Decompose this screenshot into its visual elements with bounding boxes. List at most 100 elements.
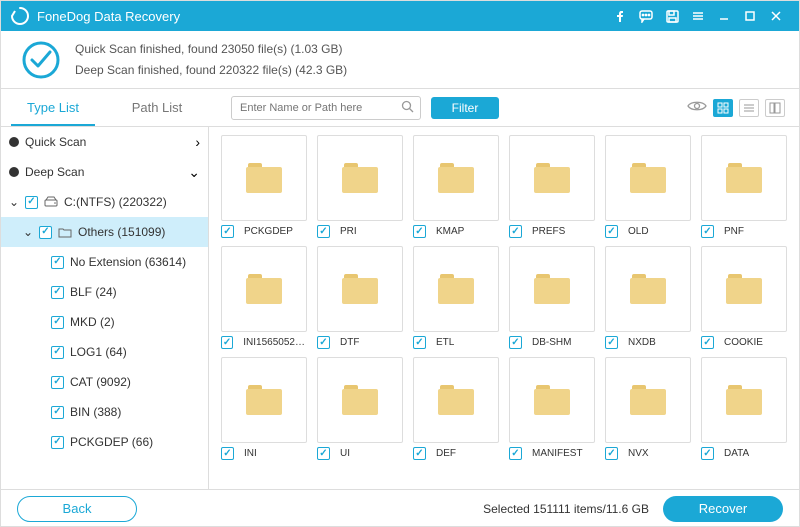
file-name: COOKIE <box>724 337 763 348</box>
file-name: NVX <box>628 448 649 459</box>
view-grid-icon[interactable] <box>713 99 733 117</box>
folder-thumbnail <box>317 357 403 443</box>
sidebar-quick-scan[interactable]: Quick Scan › <box>1 127 208 157</box>
sidebar-item[interactable]: BLF (24) <box>1 277 208 307</box>
bottombar: Back Selected 151111 items/11.6 GB Recov… <box>1 489 799 527</box>
sidebar-item[interactable]: LOG1 (64) <box>1 337 208 367</box>
checkbox[interactable] <box>317 225 330 238</box>
checkbox[interactable] <box>701 336 714 349</box>
file-card[interactable]: DB-SHM <box>509 246 595 349</box>
file-card[interactable]: DEF <box>413 357 499 460</box>
file-card[interactable]: PRI <box>317 135 403 238</box>
checkbox[interactable] <box>39 226 52 239</box>
file-name: DB-SHM <box>532 337 571 348</box>
checkbox[interactable] <box>317 336 330 349</box>
file-card[interactable]: ETL <box>413 246 499 349</box>
checkbox[interactable] <box>317 447 330 460</box>
checkbox[interactable] <box>701 225 714 238</box>
sidebar-item[interactable]: BIN (388) <box>1 397 208 427</box>
checkbox[interactable] <box>509 225 522 238</box>
checkbox[interactable] <box>51 376 64 389</box>
file-card[interactable]: DATA <box>701 357 787 460</box>
checkbox[interactable] <box>51 436 64 449</box>
checkbox[interactable] <box>51 316 64 329</box>
checkbox[interactable] <box>605 447 618 460</box>
filter-button[interactable]: Filter <box>431 97 499 119</box>
sidebar-drive[interactable]: ⌄ C:(NTFS) (220322) <box>1 187 208 217</box>
file-card[interactable]: MANIFEST <box>509 357 595 460</box>
file-card[interactable]: NXDB <box>605 246 691 349</box>
checkbox[interactable] <box>25 196 38 209</box>
search-icon[interactable] <box>401 100 414 116</box>
maximize-icon[interactable] <box>737 3 763 29</box>
tab-type-list[interactable]: Type List <box>1 89 105 126</box>
checkbox[interactable] <box>605 336 618 349</box>
checkbox[interactable] <box>221 447 234 460</box>
file-name: PNF <box>724 226 744 237</box>
file-name: PREFS <box>532 226 565 237</box>
file-card[interactable]: INI1565052569 <box>221 246 307 349</box>
checkbox[interactable] <box>509 336 522 349</box>
checkbox[interactable] <box>509 447 522 460</box>
checkbox[interactable] <box>605 225 618 238</box>
sidebar-item[interactable]: PCKGDEP (66) <box>1 427 208 457</box>
recover-button[interactable]: Recover <box>663 496 783 522</box>
file-grid: PCKGDEP PRI KMAP PREFS OLD PNF INI1565052569 DT… <box>209 127 799 489</box>
folder-icon <box>342 163 378 193</box>
file-card[interactable]: DTF <box>317 246 403 349</box>
folder-thumbnail <box>509 135 595 221</box>
folder-thumbnail <box>221 357 307 443</box>
checkbox[interactable] <box>701 447 714 460</box>
view-list-icon[interactable] <box>739 99 759 117</box>
search-input-wrap[interactable] <box>231 96 421 120</box>
minimize-icon[interactable] <box>711 3 737 29</box>
sidebar-others[interactable]: ⌄ Others (151099) <box>1 217 208 247</box>
file-card[interactable]: PREFS <box>509 135 595 238</box>
file-name: INI1565052569 <box>243 337 307 348</box>
checkbox[interactable] <box>51 286 64 299</box>
menu-icon[interactable] <box>685 3 711 29</box>
sidebar-item[interactable]: CAT (9092) <box>1 367 208 397</box>
search-input[interactable] <box>240 102 401 114</box>
sidebar-item-label: No Extension (63614) <box>70 255 186 269</box>
facebook-icon[interactable] <box>607 3 633 29</box>
sidebar-item[interactable]: No Extension (63614) <box>1 247 208 277</box>
save-icon[interactable] <box>659 3 685 29</box>
file-card[interactable]: NVX <box>605 357 691 460</box>
file-card[interactable]: KMAP <box>413 135 499 238</box>
file-card[interactable]: PCKGDEP <box>221 135 307 238</box>
checkbox[interactable] <box>413 447 426 460</box>
tab-path-list[interactable]: Path List <box>105 89 209 126</box>
checkbox[interactable] <box>221 336 233 349</box>
close-icon[interactable] <box>763 3 789 29</box>
view-detail-icon[interactable] <box>765 99 785 117</box>
folder-icon <box>534 385 570 415</box>
back-button[interactable]: Back <box>17 496 137 522</box>
checkbox[interactable] <box>51 406 64 419</box>
checkbox[interactable] <box>51 256 64 269</box>
file-card[interactable]: PNF <box>701 135 787 238</box>
file-card[interactable]: UI <box>317 357 403 460</box>
chevron-right-icon: › <box>195 134 200 150</box>
folder-thumbnail <box>509 246 595 332</box>
folder-thumbnail <box>701 135 787 221</box>
file-card[interactable]: OLD <box>605 135 691 238</box>
folder-thumbnail <box>701 246 787 332</box>
preview-icon[interactable] <box>687 99 707 116</box>
file-name: INI <box>244 448 257 459</box>
folder-thumbnail <box>605 246 691 332</box>
checkbox[interactable] <box>221 225 234 238</box>
folder-thumbnail <box>317 135 403 221</box>
feedback-icon[interactable] <box>633 3 659 29</box>
sidebar-deep-scan[interactable]: Deep Scan ⌄ <box>1 157 208 187</box>
chevron-down-icon[interactable]: ⌄ <box>23 225 35 239</box>
file-name: PRI <box>340 226 357 237</box>
chevron-down-icon[interactable]: ⌄ <box>9 195 21 209</box>
checkbox[interactable] <box>51 346 64 359</box>
file-card[interactable]: INI <box>221 357 307 460</box>
summary-line-1: Quick Scan finished, found 23050 file(s)… <box>75 39 347 59</box>
checkbox[interactable] <box>413 336 426 349</box>
checkbox[interactable] <box>413 225 426 238</box>
file-card[interactable]: COOKIE <box>701 246 787 349</box>
sidebar-item[interactable]: MKD (2) <box>1 307 208 337</box>
